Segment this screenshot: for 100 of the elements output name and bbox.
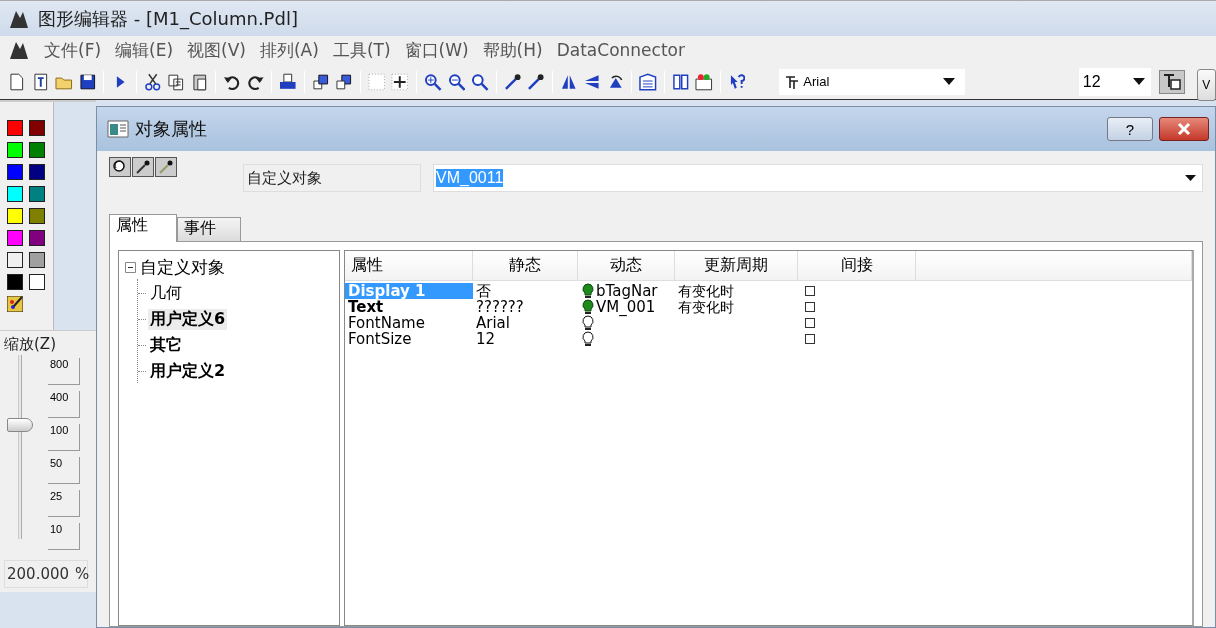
- help-button[interactable]: ?: [1107, 117, 1153, 141]
- close-icon: [1177, 122, 1191, 136]
- tab[interactable]: 属性: [109, 214, 177, 242]
- zoom-slider-thumb[interactable]: [7, 417, 33, 432]
- tree-item[interactable]: 其它: [148, 334, 184, 356]
- table-cell[interactable]: FontName: [345, 315, 473, 331]
- font-size-combo[interactable]: 12: [1078, 67, 1152, 96]
- zoom-label: 缩放(Z): [4, 335, 57, 354]
- toolbar-button[interactable]: V: [1196, 69, 1216, 101]
- zoom-preset-button[interactable]: 400: [48, 391, 80, 418]
- object-tool-button[interactable]: [155, 157, 177, 177]
- table-cell[interactable]: Text: [345, 299, 473, 315]
- tab[interactable]: 事件: [177, 217, 241, 241]
- color-swatch[interactable]: [29, 230, 45, 246]
- checkbox[interactable]: [805, 318, 815, 328]
- ball-icon: [112, 159, 128, 175]
- copy-icon[interactable]: [167, 72, 185, 91]
- menu-item[interactable]: 编辑(E): [115, 38, 174, 62]
- tree-item[interactable]: 用户定义6: [148, 308, 228, 330]
- column-header[interactable]: 属性: [345, 251, 473, 280]
- menu-item[interactable]: 工具(T): [332, 38, 391, 62]
- table-cell-text: 有变化时: [677, 283, 735, 299]
- menu-item[interactable]: 窗口(W): [404, 38, 469, 62]
- color-swatch[interactable]: [7, 120, 23, 136]
- column-header[interactable]: 静态: [473, 251, 578, 280]
- table-cell: bTagNar: [596, 283, 658, 299]
- menu-item[interactable]: 帮助(H): [482, 38, 543, 62]
- color-swatch[interactable]: [29, 120, 45, 136]
- pipette-icon: [158, 159, 174, 175]
- tree-item[interactable]: 自定义对象: [140, 255, 225, 279]
- pipette-icon[interactable]: [527, 72, 545, 91]
- color-swatch[interactable]: [7, 274, 23, 290]
- column-header[interactable]: 更新周期: [675, 251, 798, 280]
- pipette-icon[interactable]: [503, 72, 522, 91]
- close-button[interactable]: [1159, 117, 1209, 141]
- zoom-preset-button[interactable]: 10: [48, 523, 80, 550]
- text-frame-button[interactable]: [1159, 69, 1185, 94]
- color-swatch[interactable]: [29, 142, 45, 158]
- color-swatch[interactable]: [29, 274, 45, 290]
- flip-vertical-icon[interactable]: [583, 72, 601, 91]
- zoom-out-icon[interactable]: [447, 72, 466, 91]
- color-swatch[interactable]: [29, 186, 45, 202]
- library-icon[interactable]: [671, 72, 690, 91]
- window-title: 图形编辑器 - [M1_Column.Pdl]: [38, 6, 298, 31]
- color-swatch[interactable]: [7, 208, 23, 224]
- zoom-preset-button[interactable]: 100: [48, 424, 80, 451]
- checkbox[interactable]: [805, 302, 815, 312]
- lightbulb-outline-icon[interactable]: [582, 331, 594, 347]
- tree-item[interactable]: 几何: [148, 282, 184, 304]
- palette-icon[interactable]: [7, 296, 23, 312]
- text-icon[interactable]: [31, 72, 50, 91]
- dropdown-arrow-icon[interactable]: [1133, 78, 1146, 85]
- column-header[interactable]: 动态: [578, 251, 675, 280]
- checkbox[interactable]: [805, 286, 815, 296]
- object-tool-button[interactable]: [109, 157, 131, 177]
- menu-item[interactable]: 排列(A): [259, 38, 319, 62]
- table-cell[interactable]: FontSize: [345, 331, 473, 347]
- table-cell-text: 12: [475, 331, 497, 347]
- paste-icon[interactable]: [190, 72, 209, 91]
- print-icon[interactable]: [279, 72, 297, 91]
- menu-item[interactable]: 文件(F): [44, 38, 102, 62]
- zoom-value-field[interactable]: 200.000 %: [4, 560, 88, 588]
- menu-item[interactable]: DataConnector: [556, 40, 685, 60]
- color-swatch[interactable]: [7, 142, 23, 158]
- color-swatch[interactable]: [29, 208, 45, 224]
- color-swatch[interactable]: [29, 252, 45, 268]
- table-cell-text: ??????: [475, 299, 525, 315]
- color-swatch[interactable]: [7, 230, 23, 246]
- window-icon: [107, 120, 129, 138]
- zoom-preset-button[interactable]: 25: [48, 490, 80, 517]
- snap-icon[interactable]: [391, 72, 409, 91]
- color-swatch[interactable]: [29, 164, 45, 180]
- color-swatch[interactable]: [7, 186, 23, 202]
- tree-item[interactable]: 用户定义2: [148, 360, 228, 382]
- table-cell: VM_001: [596, 299, 656, 315]
- palette-icon[interactable]: [695, 72, 713, 91]
- column-header[interactable]: 间接: [798, 251, 916, 280]
- cut-icon[interactable]: [143, 72, 162, 91]
- color-swatch[interactable]: [7, 252, 23, 268]
- collapse-icon[interactable]: [125, 261, 136, 273]
- zoom-in-icon[interactable]: [423, 72, 442, 91]
- zoom-preset-button[interactable]: 800: [48, 358, 80, 385]
- font-combo[interactable]: Arial: [779, 68, 965, 95]
- dropdown-arrow-icon[interactable]: [1185, 175, 1196, 181]
- zoom-icon[interactable]: [471, 72, 489, 91]
- lightbulb-outline-icon[interactable]: [582, 315, 594, 331]
- zoom-preset-button[interactable]: 50: [48, 457, 80, 484]
- send-to-back-icon[interactable]: [335, 72, 353, 91]
- lightbulb-icon[interactable]: [582, 283, 594, 299]
- dropdown-arrow-icon[interactable]: [942, 78, 955, 85]
- checkbox[interactable]: [805, 334, 815, 344]
- table-cell-text: Arial: [475, 315, 511, 331]
- save-icon[interactable]: [78, 72, 97, 91]
- lightbulb-icon[interactable]: [582, 299, 594, 315]
- bring-to-front-icon[interactable]: [311, 72, 330, 91]
- object-tool-button[interactable]: [132, 157, 154, 177]
- menu-item[interactable]: 视图(V): [187, 38, 246, 62]
- properties-icon[interactable]: [639, 72, 657, 91]
- color-swatch[interactable]: [7, 164, 23, 180]
- new-file-icon[interactable]: [8, 72, 26, 91]
